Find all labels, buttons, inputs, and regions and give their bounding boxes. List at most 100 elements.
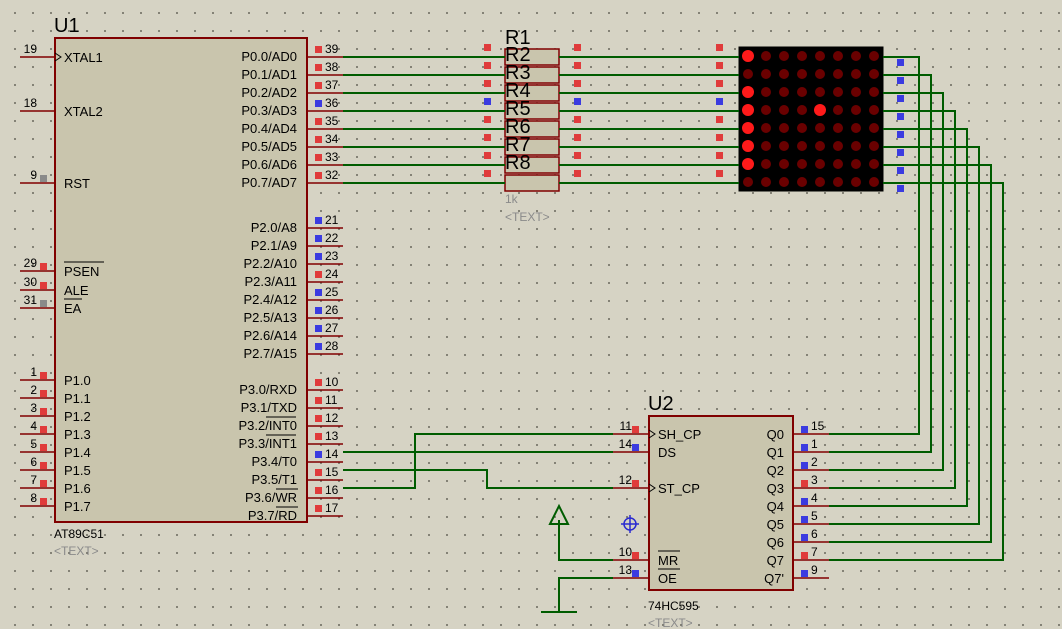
u2-pin-marker[interactable] bbox=[632, 480, 639, 487]
matrix-pin-marker[interactable] bbox=[716, 44, 723, 51]
matrix-pin-marker[interactable] bbox=[716, 80, 723, 87]
resistor-pin-marker[interactable] bbox=[574, 80, 581, 87]
u1-pin-marker[interactable] bbox=[40, 480, 47, 487]
u1-pin-number: 38 bbox=[325, 60, 339, 74]
resistor-pin-marker[interactable] bbox=[484, 98, 491, 105]
u2-pin-marker[interactable] bbox=[632, 426, 639, 433]
matrix-pin-marker[interactable] bbox=[716, 134, 723, 141]
led-off bbox=[869, 177, 879, 187]
u1-pin-marker[interactable] bbox=[315, 289, 322, 296]
resistor-body[interactable] bbox=[504, 174, 560, 192]
wire-p36-to-shcp[interactable] bbox=[343, 433, 613, 489]
matrix-pin-marker[interactable] bbox=[716, 152, 723, 159]
resistor-pin-marker[interactable] bbox=[574, 152, 581, 159]
u1-pin-marker[interactable] bbox=[40, 175, 47, 182]
matrix-pin-marker[interactable] bbox=[716, 98, 723, 105]
resistor-pin-marker[interactable] bbox=[484, 152, 491, 159]
matrix-column-pin-marker[interactable] bbox=[897, 149, 904, 156]
u1-pin-marker[interactable] bbox=[315, 46, 322, 53]
wire-matrix-to-q7[interactable] bbox=[829, 182, 1004, 561]
u1-pin-marker[interactable] bbox=[315, 82, 322, 89]
u1-pin-marker[interactable] bbox=[315, 64, 322, 71]
led-off bbox=[851, 87, 861, 97]
u2-pin-marker[interactable] bbox=[801, 498, 808, 505]
wire-p35-to-stcp[interactable] bbox=[343, 469, 613, 489]
matrix-column-pin-marker[interactable] bbox=[897, 59, 904, 66]
u2-pin-name-q7-: Q7' bbox=[764, 571, 784, 586]
u1-pin-marker[interactable] bbox=[315, 469, 322, 476]
u1-pin-marker[interactable] bbox=[315, 379, 322, 386]
matrix-pin-marker[interactable] bbox=[716, 170, 723, 177]
u1-pin-marker[interactable] bbox=[315, 253, 322, 260]
resistor-pin-marker[interactable] bbox=[484, 170, 491, 177]
u1-pin-marker[interactable] bbox=[40, 408, 47, 415]
u1-pin-marker[interactable] bbox=[315, 505, 322, 512]
u2-pin-marker[interactable] bbox=[801, 552, 808, 559]
u2-pin-marker[interactable] bbox=[632, 552, 639, 559]
resistor-pin-marker[interactable] bbox=[574, 116, 581, 123]
resistor-pin-marker[interactable] bbox=[574, 98, 581, 105]
u2-pin-marker[interactable] bbox=[801, 534, 808, 541]
u2-pin-marker[interactable] bbox=[801, 444, 808, 451]
resistor-pin-marker[interactable] bbox=[574, 44, 581, 51]
u1-pin-marker[interactable] bbox=[315, 307, 322, 314]
matrix-column-pin-marker[interactable] bbox=[897, 95, 904, 102]
resistor-pin-marker[interactable] bbox=[484, 62, 491, 69]
u1-pin-marker[interactable] bbox=[315, 397, 322, 404]
u1-pin-number: 16 bbox=[325, 483, 339, 497]
u1-pin-marker[interactable] bbox=[40, 444, 47, 451]
u1-pin-marker[interactable] bbox=[315, 271, 322, 278]
resistor-pin-marker[interactable] bbox=[484, 44, 491, 51]
u1-pin-marker[interactable] bbox=[40, 282, 47, 289]
u1-pin-marker[interactable] bbox=[315, 433, 322, 440]
u1-pin-marker[interactable] bbox=[40, 462, 47, 469]
u1-pin-marker[interactable] bbox=[40, 390, 47, 397]
u2-pin-marker[interactable] bbox=[801, 570, 808, 577]
u1-pin-marker[interactable] bbox=[315, 343, 322, 350]
wire-oe-to-gnd[interactable] bbox=[558, 577, 613, 612]
u1-pin-marker[interactable] bbox=[40, 498, 47, 505]
u2-pin-marker[interactable] bbox=[801, 480, 808, 487]
u1-pin-marker[interactable] bbox=[40, 300, 47, 307]
u2-pin-marker[interactable] bbox=[632, 570, 639, 577]
u2-pin-marker[interactable] bbox=[801, 516, 808, 523]
u2-pin-marker[interactable] bbox=[801, 462, 808, 469]
matrix-column-pin-marker[interactable] bbox=[897, 131, 904, 138]
u1-pin-marker[interactable] bbox=[315, 217, 322, 224]
matrix-column-pin-marker[interactable] bbox=[897, 113, 904, 120]
u1-component[interactable]: U1AT89C51<TEXT>19XTAL118XTAL29RST29PSEN3… bbox=[20, 15, 343, 558]
u1-pin-marker[interactable] bbox=[40, 372, 47, 379]
resistor-pin-marker[interactable] bbox=[574, 134, 581, 141]
resistor-pin-marker[interactable] bbox=[484, 116, 491, 123]
u1-pin-marker[interactable] bbox=[315, 172, 322, 179]
u1-pin-marker[interactable] bbox=[40, 426, 47, 433]
matrix-pin-marker[interactable] bbox=[716, 62, 723, 69]
u1-pin-marker[interactable] bbox=[315, 100, 322, 107]
matrix-column-pin-marker[interactable] bbox=[897, 185, 904, 192]
u1-pin-marker[interactable] bbox=[40, 263, 47, 270]
u2-pin-marker[interactable] bbox=[632, 444, 639, 451]
u1-pin-marker[interactable] bbox=[315, 118, 322, 125]
wire-mr-to-vcc[interactable] bbox=[558, 520, 613, 561]
u2-component[interactable]: U274HC595<TEXT>11SH_CP14DS12ST_CP10MR13O… bbox=[613, 393, 829, 629]
matrix-column-pin-marker[interactable] bbox=[897, 167, 904, 174]
u1-pin-number: 26 bbox=[325, 303, 339, 317]
u1-pin-marker[interactable] bbox=[315, 154, 322, 161]
resistor-pin-marker[interactable] bbox=[484, 134, 491, 141]
resistor-pin-marker[interactable] bbox=[574, 170, 581, 177]
matrix-column-pin-marker[interactable] bbox=[897, 77, 904, 84]
resistor-pack[interactable]: R1R2R3R4R5R6R7R81k<TEXT> bbox=[504, 27, 560, 224]
led-matrix-body[interactable] bbox=[738, 46, 884, 192]
u1-pin-marker[interactable] bbox=[315, 451, 322, 458]
u1-pin-marker[interactable] bbox=[315, 136, 322, 143]
wire-matrix-to-q5[interactable] bbox=[829, 146, 980, 525]
u1-pin-marker[interactable] bbox=[315, 415, 322, 422]
u2-pin-marker[interactable] bbox=[801, 426, 808, 433]
resistor-pin-marker[interactable] bbox=[574, 62, 581, 69]
u1-pin-marker[interactable] bbox=[315, 487, 322, 494]
led-matrix[interactable] bbox=[738, 46, 884, 192]
resistor-pin-marker[interactable] bbox=[484, 80, 491, 87]
matrix-pin-marker[interactable] bbox=[716, 116, 723, 123]
u1-pin-marker[interactable] bbox=[315, 235, 322, 242]
u1-pin-marker[interactable] bbox=[315, 325, 322, 332]
